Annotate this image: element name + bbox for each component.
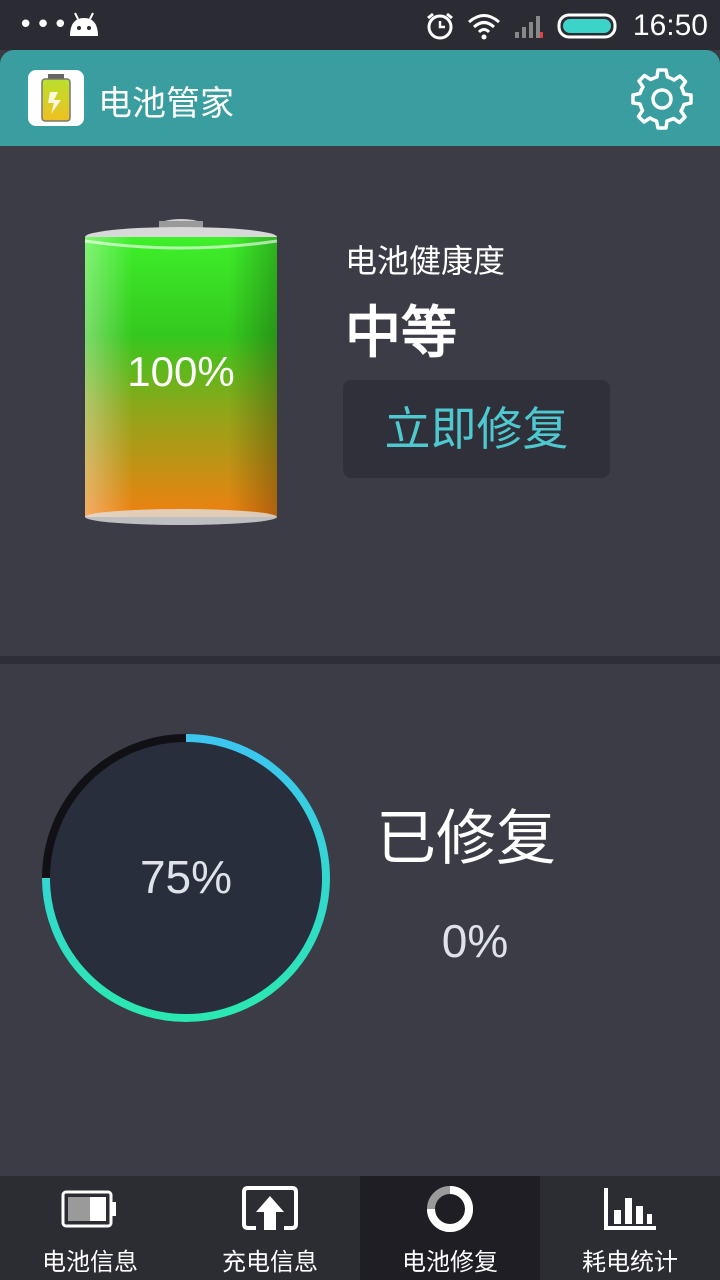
nav-label: 电池修复 [402,1248,498,1276]
nav-charge-info[interactable]: 充电信息 [180,1176,360,1280]
section-divider [0,656,720,664]
repaired-label: 已修复 [376,804,556,874]
status-time: 16:50 [632,9,708,42]
more-dots-icon: ••• [18,10,71,40]
battery-info-icon [61,1190,116,1228]
nav-battery-info[interactable]: 电池信息 [0,1176,180,1280]
bottom-nav: 电池信息 充电信息 电池修复 耗电统计 [0,1176,720,1280]
charge-upload-icon [242,1186,298,1230]
repaired-percent: 0% [441,915,509,967]
nav-label: 电池信息 [42,1248,138,1276]
nav-battery-repair[interactable]: 电池修复 [360,1176,540,1280]
android-icon [70,12,98,36]
nav-label: 充电信息 [222,1248,318,1276]
repair-ring-icon [427,1186,473,1232]
ring-percent-text: 75% [139,851,233,903]
repair-now-button[interactable]: 立即修复 [343,380,610,478]
alarm-icon [426,12,453,40]
nav-label: 耗电统计 [582,1248,678,1276]
app-bar: 电池管家 [0,50,720,146]
battery-level-text: 100% [127,348,235,395]
status-bar: ••• 16:50 [0,0,720,50]
app-title: 电池管家 [98,84,234,124]
app-battery-icon [28,70,84,126]
health-label: 电池健康度 [345,242,506,280]
bar-chart-icon [604,1188,656,1230]
settings-gear-icon[interactable] [630,66,694,130]
wifi-icon [467,14,500,40]
health-value: 中等 [345,301,457,366]
signal-icon [514,16,543,38]
battery-icon [557,13,617,39]
nav-power-stats[interactable]: 耗电统计 [540,1176,720,1280]
